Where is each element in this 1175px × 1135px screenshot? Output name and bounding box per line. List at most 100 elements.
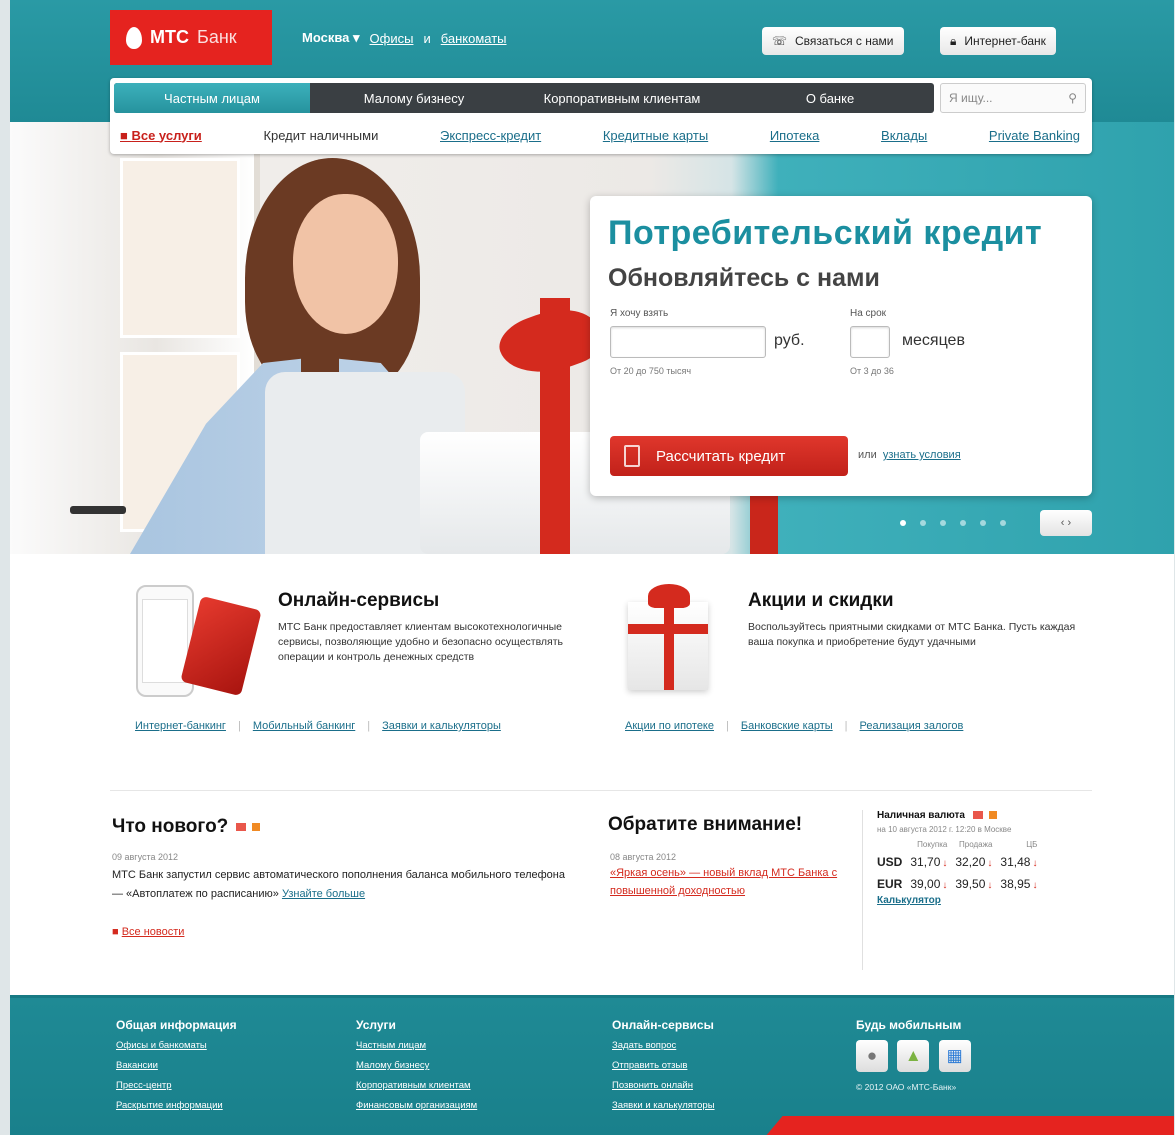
hero-title: Потребительский кредит <box>608 214 1043 252</box>
logo-mark: МТС <box>150 27 189 47</box>
footer-link[interactable]: Раскрытие информации <box>116 1100 237 1111</box>
tab-corporate[interactable]: Корпоративным клиентам <box>518 83 726 113</box>
separator: | <box>367 720 371 732</box>
link-mortgage-deals[interactable]: Акции по ипотеке <box>625 720 714 732</box>
amount-input[interactable] <box>610 326 766 358</box>
footer-link[interactable]: Задать вопрос <box>612 1040 715 1051</box>
atms-link[interactable]: банкоматы <box>441 31 507 46</box>
city-selector[interactable]: Москва ▾ <box>302 30 360 46</box>
footer-col-services: Услуги Частным лицам Малому бизнесу Корп… <box>356 1018 477 1120</box>
subnav-credit-cards[interactable]: Кредитные карты <box>603 128 708 143</box>
subnav-all-services-label: Все услуги <box>131 127 202 143</box>
conditions-text: или узнать условия <box>858 449 961 461</box>
news-date: 09 августа 2012 <box>112 852 179 862</box>
tab-small-business[interactable]: Малому бизнесу <box>310 83 518 113</box>
arrow-down-icon: ↓ <box>942 858 948 869</box>
tab-about[interactable]: О банке <box>726 83 934 113</box>
link-mobile-banking[interactable]: Мобильный банкинг <box>253 720 355 732</box>
online-services-links: Интернет-банкинг | Мобильный банкинг | Зая… <box>135 720 501 732</box>
slider-dot[interactable] <box>900 520 906 526</box>
calculator-link[interactable]: Калькулятор <box>877 895 1094 906</box>
slider-arrows[interactable]: ‹ › <box>1040 510 1092 536</box>
conditions-link[interactable]: узнать условия <box>883 449 961 461</box>
footer-link[interactable]: Офисы и банкоматы <box>116 1040 237 1051</box>
rates-table: Покупка Продажа ЦБ USD 31,70 ↓ 32,20 ↓ 31,… <box>877 838 1041 895</box>
door-handle <box>70 506 126 514</box>
footer-link[interactable]: Финансовым организациям <box>356 1100 477 1111</box>
news-more-link[interactable]: Узнайте больше <box>282 888 365 900</box>
online-services-text: МТС Банк предоставляет клиентам высокоте… <box>278 621 564 663</box>
internet-bank-button[interactable]: 🔒︎ Интернет-банк <box>940 27 1056 55</box>
logo[interactable]: МТС Банк <box>110 10 272 65</box>
gift-box-ribbon <box>664 602 674 690</box>
apple-icon[interactable]: ● <box>856 1040 888 1072</box>
door-pane <box>120 158 240 338</box>
search-placeholder: Я ищу... <box>949 91 993 105</box>
windows-icon[interactable]: ▦ <box>938 1040 971 1072</box>
contact-button-label: Связаться с нами <box>795 34 894 48</box>
news-text: МТС Банк запустил сервис автоматического… <box>112 866 572 904</box>
main-nav: Частным лицам Малому бизнесу Корпоративн… <box>110 78 1092 154</box>
footer-link[interactable]: Малому бизнесу <box>356 1060 477 1071</box>
amount-hint: От 20 до 750 тысяч <box>610 366 692 376</box>
rate-cell: 39,50 ↓ <box>951 873 996 895</box>
footer-link[interactable]: Позвонить онлайн <box>612 1080 715 1091</box>
subnav-private-banking[interactable]: Private Banking <box>989 128 1080 143</box>
news-title: Что нового? <box>112 816 261 838</box>
attention-link[interactable]: «Яркая осень» — новый вклад МТС Банка с … <box>610 867 837 897</box>
currency-code: EUR <box>877 877 903 891</box>
footer-link[interactable]: Вакансии <box>116 1060 237 1071</box>
footer-link[interactable]: Корпоративным клиентам <box>356 1080 477 1091</box>
rate-cell: 31,48 ↓ <box>996 851 1041 873</box>
subnav-mortgage[interactable]: Ипотека <box>770 128 820 143</box>
subnav-all-services[interactable]: ■ Все услуги <box>120 128 202 143</box>
calculate-credit-button[interactable]: Рассчитать кредит <box>610 436 848 476</box>
divider <box>110 790 1092 791</box>
arrow-down-icon: ↓ <box>1032 858 1038 869</box>
term-hint: От 3 до 36 <box>850 366 894 376</box>
contact-button[interactable]: ☏ Связаться с нами <box>762 27 904 55</box>
search-input[interactable]: Я ищу... ⚲ <box>940 83 1086 113</box>
email-icon[interactable] <box>236 822 247 831</box>
arrow-down-icon: ↓ <box>987 880 993 891</box>
bullet-icon: ■ <box>112 926 119 938</box>
subnav-express-credit[interactable]: Экспресс-кредит <box>440 128 541 143</box>
link-applications[interactable]: Заявки и калькуляторы <box>382 720 501 732</box>
slider-dot[interactable] <box>1000 520 1006 526</box>
email-icon[interactable] <box>972 811 983 820</box>
slider-dot[interactable] <box>960 520 966 526</box>
footer-col-title: Будь мобильным <box>856 1018 962 1032</box>
rate-cell: 39,00 ↓ <box>906 873 951 895</box>
subnav-cash-credit[interactable]: Кредит наличными <box>263 128 378 143</box>
search-icon[interactable]: ⚲ <box>1068 91 1077 105</box>
footer-link[interactable]: Частным лицам <box>356 1040 477 1051</box>
all-news-link[interactable]: ■ Все новости <box>112 926 184 938</box>
slider-dot[interactable] <box>940 520 946 526</box>
offices-link[interactable]: Офисы <box>370 31 414 46</box>
footer-col-title: Онлайн-сервисы <box>612 1018 714 1032</box>
rates-header: Покупка <box>917 840 948 849</box>
link-collateral-sale[interactable]: Реализация залогов <box>860 720 964 732</box>
calculator-icon <box>624 445 640 467</box>
tab-individuals[interactable]: Частным лицам <box>114 83 310 113</box>
footer-col-general: Общая информация Офисы и банкоматы Вакан… <box>116 1018 237 1120</box>
rss-icon[interactable] <box>988 811 997 820</box>
android-icon[interactable]: ▲ <box>897 1040 930 1072</box>
rate-buy: 39,00 <box>910 877 941 891</box>
footer-link[interactable]: Пресс-центр <box>116 1080 237 1091</box>
egg-logo-icon <box>126 26 142 49</box>
link-bank-cards[interactable]: Банковские карты <box>741 720 833 732</box>
nav-tabs: Частным лицам Малому бизнесу Корпоративн… <box>114 83 934 113</box>
rss-icon[interactable] <box>252 822 261 831</box>
subnav-deposits[interactable]: Вклады <box>881 128 927 143</box>
slider-dot[interactable] <box>980 520 986 526</box>
term-input[interactable] <box>850 326 890 358</box>
rates-header-row: Покупка Продажа ЦБ <box>877 838 1041 851</box>
link-internet-banking[interactable]: Интернет-банкинг <box>135 720 226 732</box>
slider-dots <box>900 520 1006 526</box>
footer-link[interactable]: Заявки и калькуляторы <box>612 1100 715 1111</box>
online-services-title: Онлайн-сервисы <box>278 590 440 611</box>
slider-dot[interactable] <box>920 520 926 526</box>
footer-link[interactable]: Отправить отзыв <box>612 1060 715 1071</box>
woman-face <box>293 194 398 334</box>
